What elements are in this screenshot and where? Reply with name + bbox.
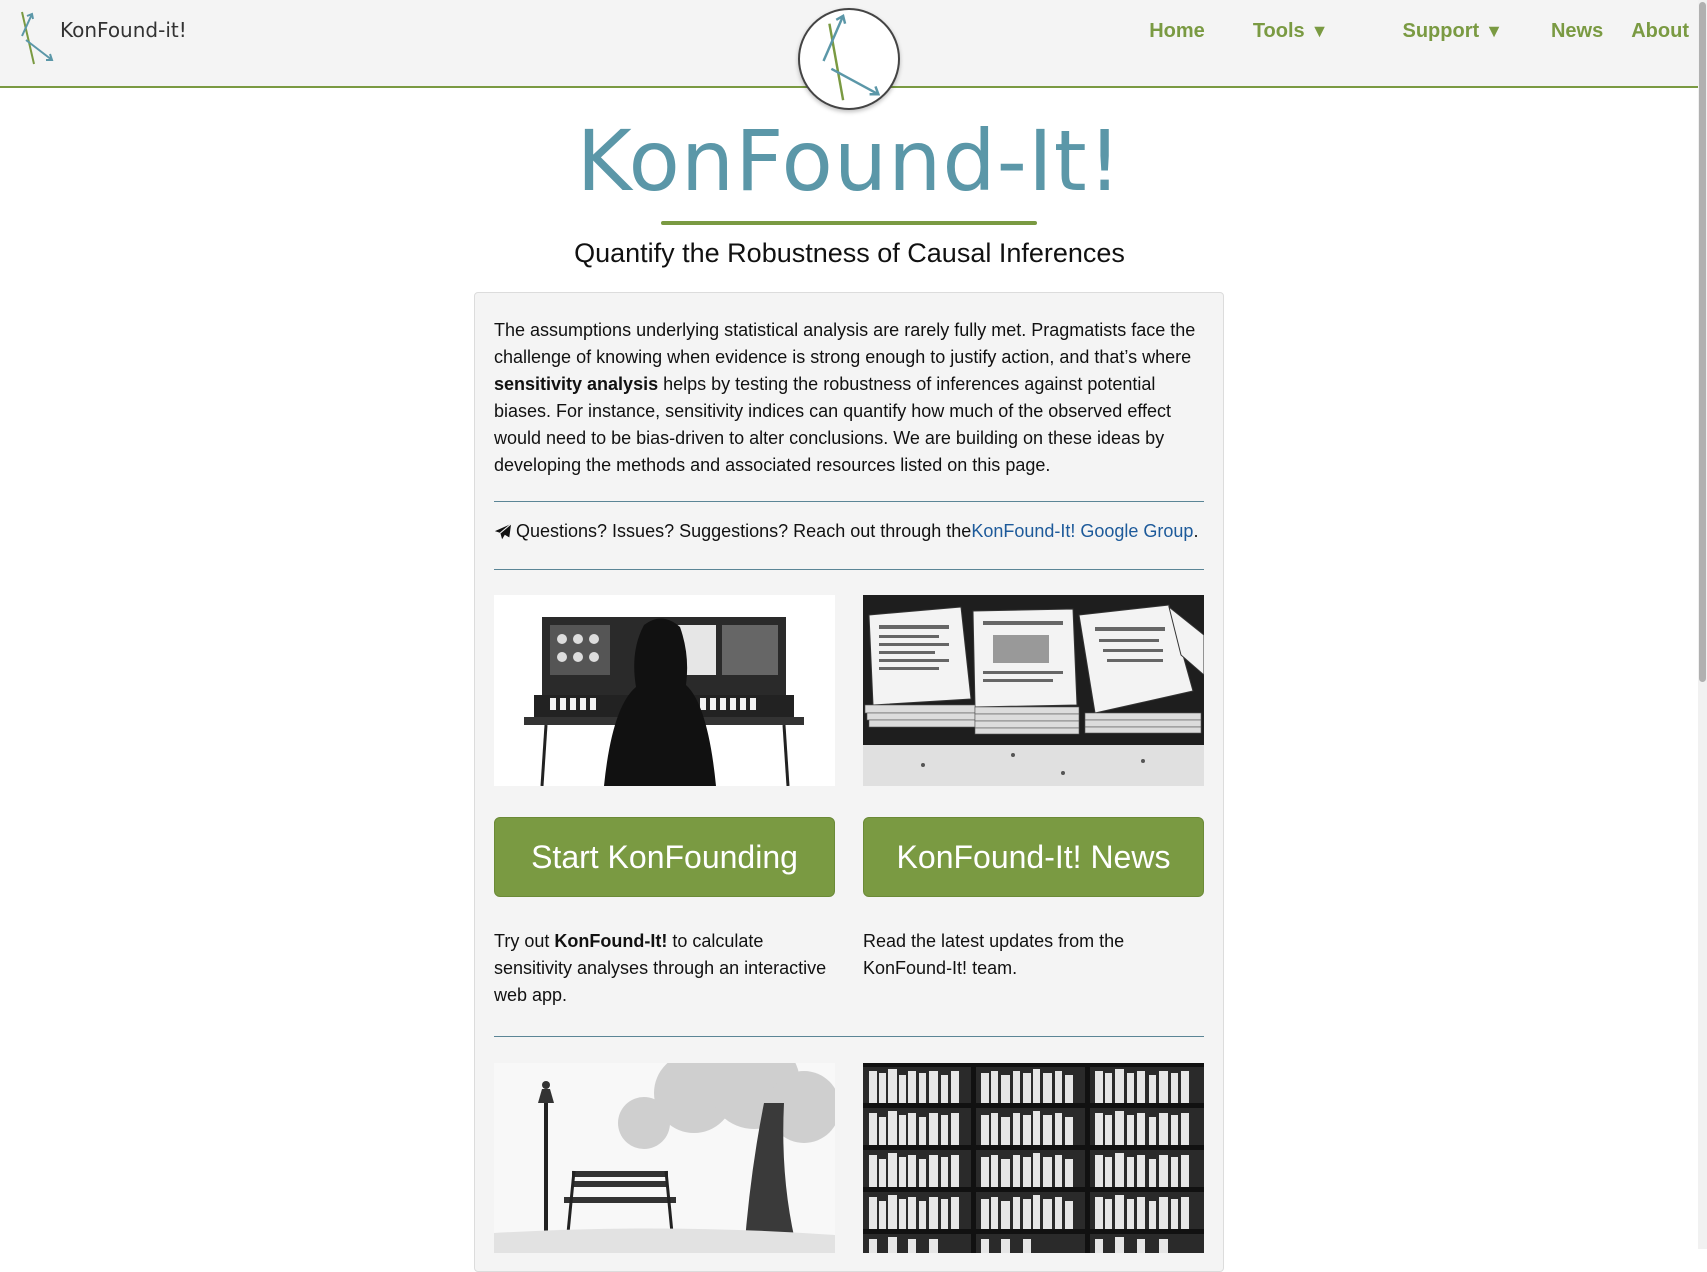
page-title: KonFound-It! (576, 112, 1123, 210)
nav-home-link[interactable]: Home (1149, 20, 1205, 43)
intro-bold-text: sensitivity analysis (494, 374, 659, 394)
desc-bold-text: KonFound-It! (554, 931, 668, 951)
synthesizer-illustration (494, 595, 835, 786)
nav-support-dropdown[interactable]: Support ▼ (1403, 20, 1503, 43)
newspapers-image (863, 595, 1204, 786)
contact-suffix: . (1193, 521, 1199, 541)
nav-support-label: Support (1402, 20, 1480, 42)
nav-tools-dropdown[interactable]: Tools ▼ (1253, 20, 1329, 43)
park-bench-illustration (494, 1063, 835, 1253)
card-description-news: Read the latest updates from the KonFoun… (863, 931, 1125, 978)
scrollbar-thumb[interactable] (1699, 2, 1706, 682)
brand-logo-link[interactable]: KonFound-it! (18, 8, 187, 68)
title-underline (661, 221, 1037, 225)
center-logo-badge[interactable] (798, 8, 900, 110)
contact-text: Questions? Issues? Suggestions? Reach ou… (516, 521, 972, 541)
scrollbar[interactable] (1698, 0, 1707, 1249)
page-subtitle: Quantify the Robustness of Causal Infere… (574, 238, 1125, 268)
google-group-link[interactable]: KonFound-It! Google Group (971, 521, 1193, 542)
nav-news-link[interactable]: News (1551, 20, 1603, 43)
card-description-app: Try out KonFound-It! to calculate sensit… (494, 928, 835, 1009)
konfound-logo-icon (21, 11, 54, 65)
divider (494, 1036, 1204, 1037)
nav-about-link[interactable]: About (1631, 20, 1689, 43)
intro-paragraph: The assumptions underlying statistical a… (494, 317, 1206, 479)
synthesizer-image (494, 595, 835, 786)
newspapers-illustration (863, 595, 1204, 786)
caret-down-icon: ▼ (1485, 21, 1503, 41)
nav-links: Home Tools ▼ Support ▼ News About (1149, 20, 1689, 43)
park-bench-image (494, 1063, 835, 1253)
intro-text: The assumptions underlying statistical a… (494, 320, 1196, 367)
desc-text: Try out (494, 931, 555, 951)
nav-tools-label: Tools (1252, 20, 1305, 42)
paper-plane-icon (494, 522, 512, 539)
content-card: The assumptions underlying statistical a… (474, 292, 1224, 1272)
konfound-center-logo-icon (822, 14, 881, 101)
brand-text: KonFound-it! (60, 18, 187, 42)
bookshelves-image (863, 1063, 1204, 1253)
bookshelves-illustration (863, 1063, 1204, 1253)
contact-line: Questions? Issues? Suggestions? Reach ou… (494, 521, 1198, 542)
divider (494, 501, 1204, 502)
start-konfounding-button[interactable]: Start KonFounding (494, 817, 835, 897)
caret-down-icon: ▼ (1310, 21, 1329, 41)
konfound-news-button[interactable]: KonFound-It! News (863, 817, 1204, 897)
divider (494, 569, 1204, 570)
